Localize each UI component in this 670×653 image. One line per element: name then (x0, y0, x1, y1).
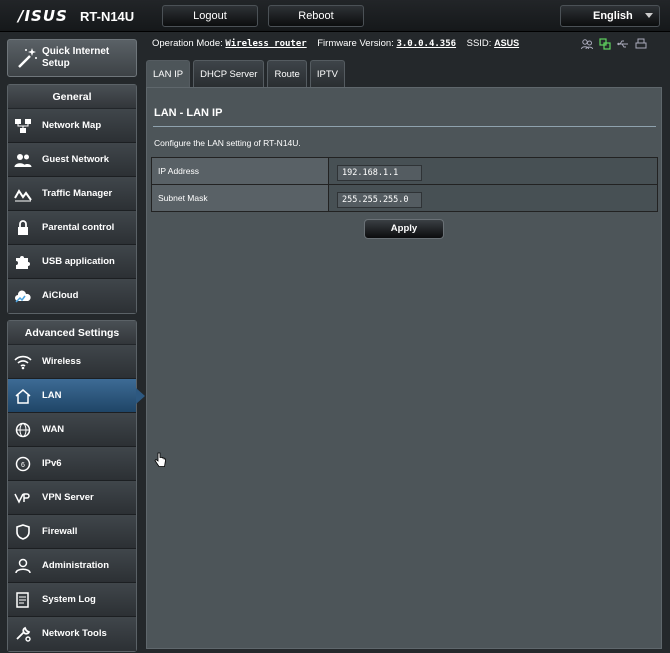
printer-icon[interactable] (635, 37, 647, 49)
active-indicator (136, 388, 145, 404)
lock-icon (14, 220, 32, 236)
usb-icon[interactable] (617, 37, 629, 49)
ip-address-label: IP Address (151, 157, 329, 185)
svg-text:6: 6 (21, 462, 25, 469)
guest-network-icon (14, 152, 32, 168)
subnet-mask-row: Subnet Mask (151, 184, 658, 212)
language-label: English (593, 10, 633, 22)
subnet-mask-label: Subnet Mask (151, 184, 329, 212)
tab-bar: LAN IP DHCP Server Route IPTV (146, 60, 345, 87)
tab-dhcp-server[interactable]: DHCP Server (193, 60, 265, 87)
home-icon (14, 388, 32, 404)
chevron-down-icon (645, 13, 653, 18)
sidebar-item-label: VPN Server (42, 492, 94, 503)
clients-icon[interactable] (581, 37, 593, 50)
sidebar-item-label: WAN (42, 424, 65, 435)
sidebar-item-guest-network[interactable]: Guest Network (8, 143, 136, 177)
sidebar-item-label: Administration (42, 560, 110, 571)
sidebar-item-administration[interactable]: Administration (8, 549, 136, 583)
tab-iptv[interactable]: IPTV (309, 60, 345, 87)
general-heading: General (8, 85, 136, 109)
sidebar-item-label: Wireless (42, 356, 81, 367)
user-icon (14, 558, 32, 574)
quick-internet-setup-button[interactable]: Quick Internet Setup (7, 39, 137, 77)
asus-logo: /ISUS (18, 7, 68, 25)
page-description: Configure the LAN setting of RT-N14U. (154, 138, 301, 148)
tab-lan-ip[interactable]: LAN IP (146, 60, 191, 87)
page-title: LAN - LAN IP (154, 107, 223, 119)
sidebar-item-lan[interactable]: LAN (8, 379, 145, 413)
sidebar-item-label: System Log (42, 594, 96, 605)
apply-button[interactable]: Apply (364, 219, 444, 239)
ip-address-cell (328, 157, 658, 185)
globe-icon (14, 422, 32, 438)
language-select[interactable]: English (560, 5, 660, 27)
sidebar-item-label: IPv6 (42, 458, 62, 469)
magic-wand-icon (16, 46, 40, 70)
sidebar-item-wireless[interactable]: Wireless (8, 345, 136, 379)
router-model: RT-N14U (80, 9, 135, 24)
title-divider (153, 126, 656, 127)
sidebar-item-usb-application[interactable]: USB application (8, 245, 136, 279)
ip-address-input[interactable] (337, 164, 422, 181)
ipv6-globe-icon: 6 (14, 456, 32, 472)
sidebar-item-wan[interactable]: WAN (8, 413, 136, 447)
sidebar-item-label: LAN (42, 390, 62, 401)
subnet-mask-cell (328, 184, 658, 212)
advanced-settings-heading: Advanced Settings (8, 321, 136, 345)
document-icon (14, 592, 32, 608)
sidebar-item-label: Firewall (42, 526, 78, 537)
tools-icon (14, 626, 32, 642)
shield-icon (14, 524, 32, 540)
ip-address-row: IP Address (151, 157, 658, 185)
sidebar-item-aicloud[interactable]: AiCloud (8, 279, 136, 313)
firmware-label: Firmware Version: (317, 38, 394, 49)
ssid-link[interactable]: ASUS (494, 38, 519, 48)
sidebar-item-network-map[interactable]: Network Map (8, 109, 136, 143)
sidebar-item-label: Traffic Manager (42, 188, 113, 199)
sidebar-item-label: AiCloud (42, 290, 79, 301)
sidebar-item-network-tools[interactable]: Network Tools (8, 617, 136, 651)
status-icons (581, 37, 647, 50)
qis-label: Quick Internet Setup (42, 46, 110, 69)
hand-cursor-icon (154, 452, 166, 468)
sidebar-item-label: Guest Network (42, 154, 110, 165)
traffic-manager-icon (14, 186, 32, 202)
tab-route[interactable]: Route (267, 60, 307, 87)
puzzle-icon (14, 254, 32, 270)
sidebar-item-ipv6[interactable]: 6 IPv6 (8, 447, 136, 481)
sidebar-item-parental-control[interactable]: Parental control (8, 211, 136, 245)
sidebar-item-label: Network Map (42, 120, 102, 131)
top-bar: /ISUS RT-N14U Logout Reboot English (0, 0, 670, 32)
wifi-icon (14, 354, 32, 370)
status-line: Operation Mode: Wireless router Firmware… (152, 38, 519, 49)
vpn-icon (14, 490, 32, 506)
cloud-icon (14, 288, 32, 304)
sidebar-item-label: Network Tools (42, 628, 107, 639)
operation-mode-label: Operation Mode: (152, 38, 223, 49)
general-menu: General Network Map Guest Network Traffi… (7, 84, 137, 314)
lan-ip-panel: LAN - LAN IP Configure the LAN setting o… (146, 87, 662, 649)
operation-mode-link[interactable]: Wireless router (225, 39, 306, 49)
firmware-link[interactable]: 3.0.0.4.356 (396, 39, 456, 49)
sidebar-item-system-log[interactable]: System Log (8, 583, 136, 617)
network-map-icon (14, 118, 32, 134)
subnet-mask-input[interactable] (337, 191, 422, 208)
ssid-label: SSID: (466, 38, 492, 49)
sidebar-item-label: USB application (42, 256, 115, 267)
lan-ip-form: IP Address Subnet Mask (151, 157, 658, 212)
sidebar-item-traffic-manager[interactable]: Traffic Manager (8, 177, 136, 211)
sidebar-item-firewall[interactable]: Firewall (8, 515, 136, 549)
sidebar-item-vpn-server[interactable]: VPN Server (8, 481, 136, 515)
sidebar-item-label: Parental control (42, 222, 115, 233)
logout-button[interactable]: Logout (162, 5, 258, 27)
advanced-settings-menu: Advanced Settings Wireless LAN WAN 6 IPv… (7, 320, 145, 652)
reboot-button[interactable]: Reboot (268, 5, 364, 27)
network-icon[interactable] (599, 37, 611, 50)
